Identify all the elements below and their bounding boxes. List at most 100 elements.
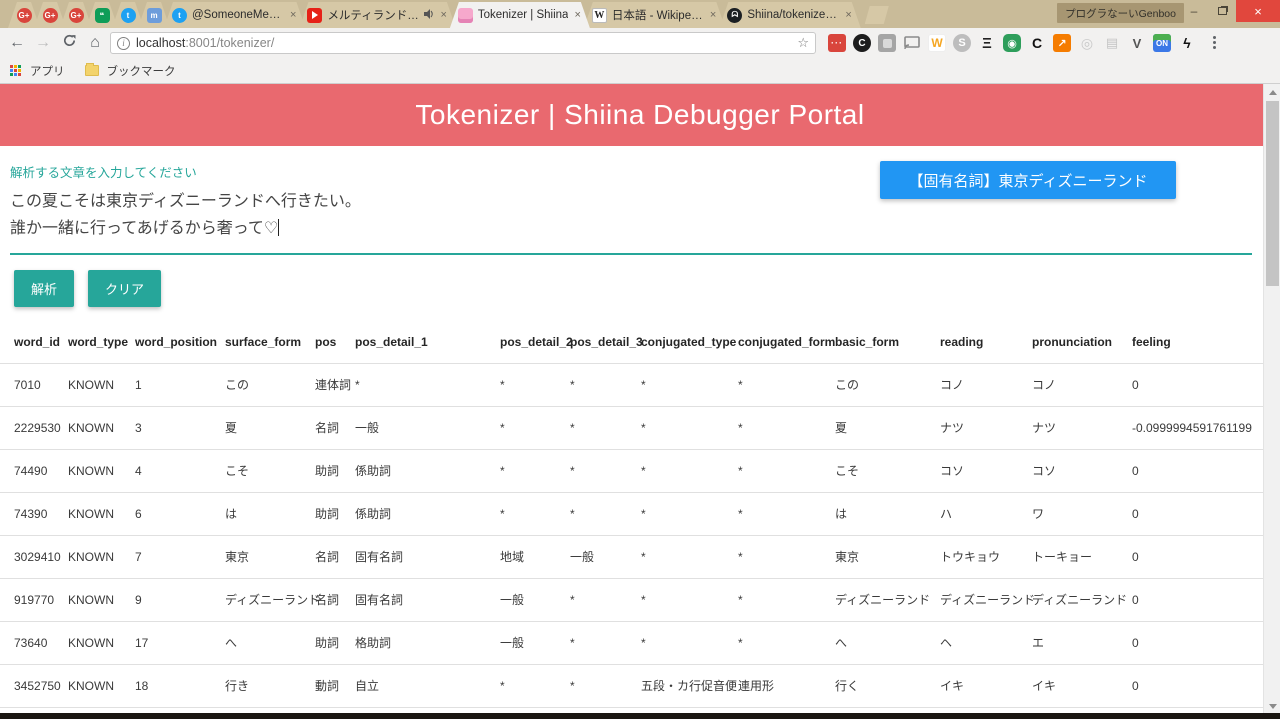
table-cell: 格助詞 xyxy=(355,621,500,665)
table-cell: 固有名詞 xyxy=(355,578,500,622)
url-path: :8001/tokenizer/ xyxy=(185,36,275,50)
table-row: 3029410 KNOWN 7 東京 名詞 固有名詞 地域 一般 * * 東京 トウキョウ トーキョー 0 xyxy=(0,535,1263,579)
table-cell: ハ xyxy=(940,492,1032,536)
w-extension-icon[interactable]: W xyxy=(928,34,946,52)
table-cell: トーキョー xyxy=(1032,535,1132,579)
page-extension-icon[interactable]: ▤ xyxy=(1103,34,1121,52)
apps-grid-icon[interactable] xyxy=(10,64,22,77)
pinned-tab-google-plus[interactable]: G+ xyxy=(60,2,92,28)
tab-close-icon[interactable]: × xyxy=(709,9,717,21)
chart-extension-icon[interactable]: ↗ xyxy=(1053,34,1071,52)
password-extension-icon[interactable]: ··· xyxy=(828,34,846,52)
tab-github[interactable]: ᗣ Shiina/tokenizer.js × xyxy=(719,2,860,28)
table-cell: ワ xyxy=(1032,492,1132,536)
table-cell: ディズニーランド xyxy=(835,578,940,622)
disabled-extension-icon[interactable]: ◎ xyxy=(1078,34,1096,52)
table-cell: は xyxy=(835,492,940,536)
page-info-icon[interactable]: i xyxy=(117,36,130,50)
table-cell: 0 xyxy=(1132,578,1263,622)
table-cell: 行く xyxy=(835,664,940,708)
address-bar[interactable]: i localhost:8001/tokenizer/ ☆ xyxy=(110,32,816,54)
people-glyph xyxy=(882,38,892,48)
pinned-tab-mastodon[interactable]: m xyxy=(138,2,170,28)
profile-label[interactable]: プログラなーいGenboo xyxy=(1057,3,1184,23)
cast-extension-icon[interactable] xyxy=(903,34,921,52)
column-header: pronunciation xyxy=(1032,322,1132,364)
column-header: reading xyxy=(940,322,1032,364)
bookmark-folder-icon[interactable] xyxy=(84,63,99,76)
tab-close-icon[interactable]: × xyxy=(289,9,297,21)
pinned-tab-hangouts[interactable]: ❝ xyxy=(86,2,118,28)
table-cell: * xyxy=(641,363,738,407)
minimize-button[interactable]: – xyxy=(1180,0,1208,22)
s-extension-icon[interactable]: S xyxy=(953,34,971,52)
column-header: pos_detail_3 xyxy=(570,322,643,364)
tab-title: Shiina/tokenizer.js xyxy=(747,9,840,21)
table-cell: * xyxy=(500,492,570,536)
wikipedia-icon: W xyxy=(592,8,607,23)
tab-title: 日本語 - Wikipedia xyxy=(611,10,704,22)
action-buttons: 解析 クリア xyxy=(14,270,1280,307)
lightning-extension-icon[interactable]: ϟ xyxy=(1178,34,1196,52)
table-row: 7010 KNOWN 1 この 連体詞 * * * * * この コノ コノ 0 xyxy=(0,363,1263,407)
table-cell: * xyxy=(641,406,738,450)
tab-tokenizer-active[interactable]: Tokenizer | Shiina × xyxy=(450,2,590,28)
tab-close-icon[interactable]: × xyxy=(844,9,852,21)
people-extension-icon[interactable] xyxy=(878,34,896,52)
reload-button[interactable] xyxy=(58,33,80,53)
table-cell: イキ xyxy=(1032,664,1132,708)
table-cell: KNOWN xyxy=(68,621,135,665)
tab-wikipedia[interactable]: W 日本語 - Wikipedia × xyxy=(584,2,725,28)
table-cell: 東京 xyxy=(225,535,315,579)
pinned-tab-twitter[interactable]: t xyxy=(112,2,144,28)
url-text[interactable]: localhost:8001/tokenizer/ xyxy=(136,36,274,50)
bookmark-folder-label[interactable]: ブックマーク xyxy=(107,63,176,79)
table-cell: * xyxy=(355,363,500,407)
bookmark-star-icon[interactable]: ☆ xyxy=(797,35,809,51)
proper-noun-chip-button[interactable]: 【固有名詞】東京ディズニーランド xyxy=(880,161,1176,199)
pinned-tab-google-plus[interactable]: G+ xyxy=(8,2,40,28)
back-button[interactable]: ← xyxy=(6,34,28,52)
close-button[interactable]: × xyxy=(1236,0,1280,22)
table-cell: 連体詞 xyxy=(315,363,355,407)
extensions-row: ··· C W S Ξ ◉ C ↗ ◎ ▤ V ON ϟ xyxy=(828,34,1223,52)
forward-button[interactable]: → xyxy=(32,34,54,52)
apps-label[interactable]: アプリ xyxy=(30,63,65,79)
tab-youtube[interactable]: メルティランドナイト × xyxy=(299,2,455,28)
v-extension-icon[interactable]: V xyxy=(1128,34,1146,52)
token-table: word_id word_type word_position surface_for… xyxy=(0,322,1263,719)
clear-button[interactable]: クリア xyxy=(88,270,162,307)
table-row: 73640 KNOWN 17 へ助詞 格助詞 一般 * * * へヘエ 0 xyxy=(0,621,1263,665)
column-header: pos_detail_2 xyxy=(500,322,573,364)
youtube-icon xyxy=(307,8,322,23)
crescent-extension-icon[interactable]: C xyxy=(1028,34,1046,52)
mon-extension-icon[interactable]: ON xyxy=(1153,34,1171,52)
tab-title: Tokenizer | Shiina xyxy=(477,9,569,21)
layers-extension-icon[interactable]: Ξ xyxy=(978,34,996,52)
pinned-tab-google-plus[interactable]: G+ xyxy=(34,2,66,28)
table-cell: * xyxy=(500,363,570,407)
audio-speaker-icon[interactable] xyxy=(424,9,434,22)
scroll-down-arrow-icon[interactable] xyxy=(1269,704,1277,709)
restore-button[interactable] xyxy=(1208,0,1236,22)
tab-close-icon[interactable]: × xyxy=(439,9,447,21)
dark-c-extension-icon[interactable]: C xyxy=(853,34,871,52)
column-header: feeling xyxy=(1132,322,1263,364)
table-cell: * xyxy=(641,449,738,493)
page-scrollbar[interactable] xyxy=(1263,84,1280,719)
scrollbar-thumb[interactable] xyxy=(1266,101,1279,286)
scroll-up-arrow-icon[interactable] xyxy=(1269,90,1277,95)
eye-extension-icon[interactable]: ◉ xyxy=(1003,34,1021,52)
google-plus-icon: G+ xyxy=(69,8,84,23)
tab-close-icon[interactable]: × xyxy=(573,9,581,21)
table-cell: 3 xyxy=(135,406,225,450)
new-tab-button[interactable] xyxy=(865,6,889,24)
tab-twitter-mention[interactable]: t @SomeoneMentsu × xyxy=(164,2,305,28)
table-cell: * xyxy=(570,578,641,622)
table-cell: 0 xyxy=(1132,449,1263,493)
chrome-menu-icon[interactable] xyxy=(1205,34,1223,52)
table-cell: イキ xyxy=(940,664,1032,708)
analyze-button[interactable]: 解析 xyxy=(14,270,75,307)
table-cell: 動詞 xyxy=(315,664,355,708)
home-button[interactable]: ⌂ xyxy=(84,34,106,52)
